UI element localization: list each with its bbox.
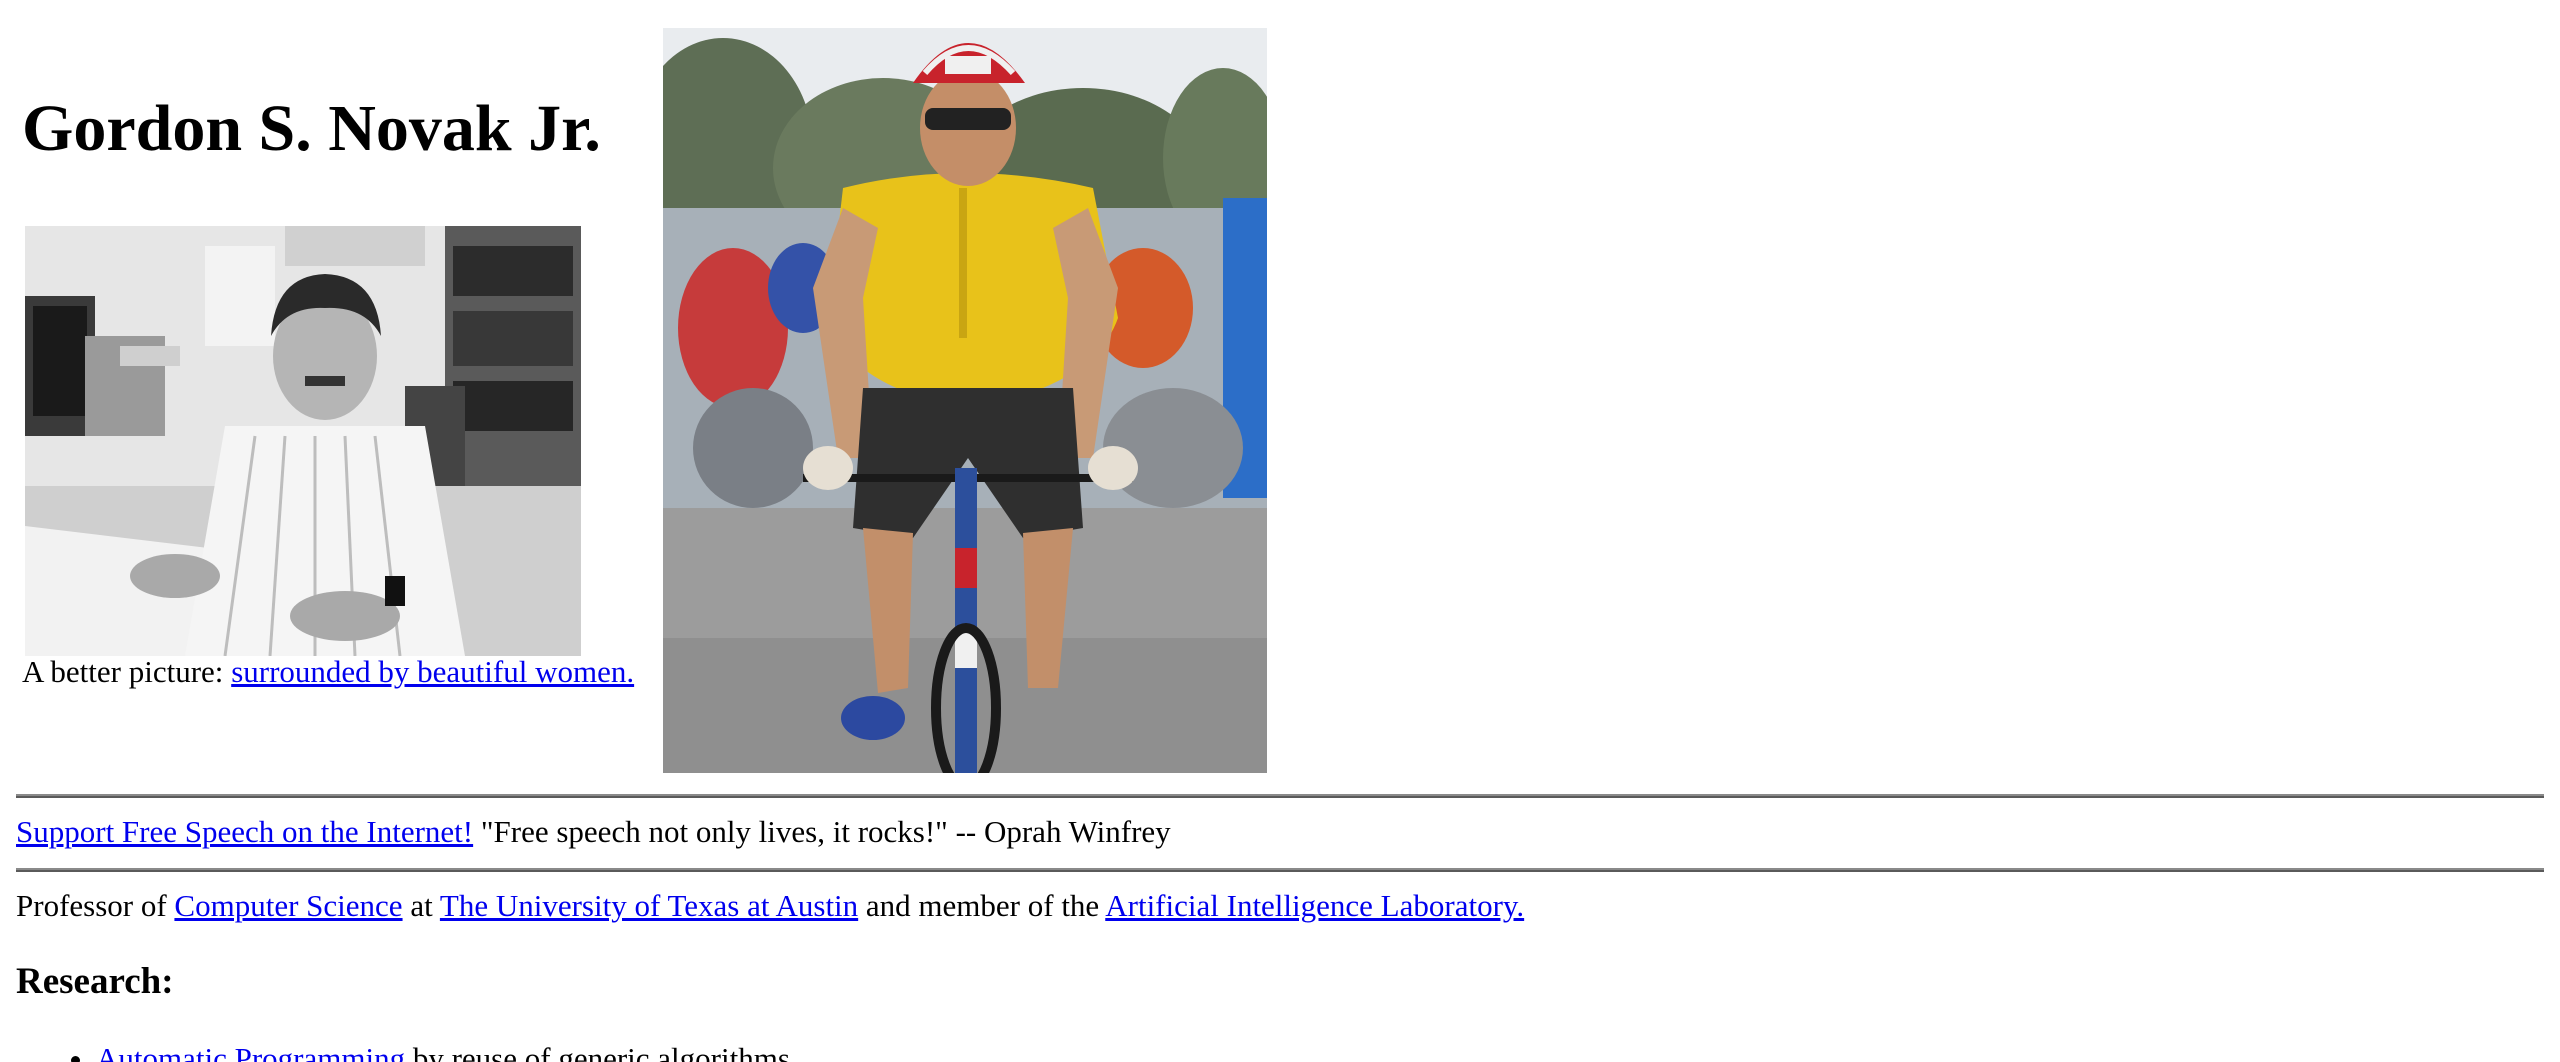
page-title: Gordon S. Novak Jr. bbox=[22, 92, 601, 165]
oprah-quote: "Free speech not only lives, it rocks!" … bbox=[480, 814, 1171, 849]
computer-science-link[interactable]: Computer Science bbox=[174, 888, 402, 923]
ai-lab-link[interactable]: Artificial Intelligence Laboratory. bbox=[1105, 888, 1524, 923]
free-speech-link[interactable]: Support Free Speech on the Internet! bbox=[16, 814, 473, 849]
affiliation-line: Professor of Computer Science at The Uni… bbox=[16, 887, 1524, 924]
automatic-programming-link[interactable]: Automatic Programming bbox=[96, 1041, 405, 1062]
research-list: Automatic Programming by reuse of generi… bbox=[16, 1040, 790, 1062]
affiliation-at: at bbox=[410, 888, 433, 923]
photo-caption: A better picture: surrounded by beautifu… bbox=[22, 653, 634, 690]
free-speech-line: Support Free Speech on the Internet! "Fr… bbox=[16, 813, 1171, 850]
list-item: Automatic Programming by reuse of generi… bbox=[96, 1040, 790, 1062]
research-item-text: by reuse of generic algorithms bbox=[412, 1041, 790, 1062]
better-picture-link[interactable]: surrounded by beautiful women. bbox=[231, 654, 634, 689]
page: Gordon S. Novak Jr. A better picture: su… bbox=[0, 0, 2560, 1062]
divider bbox=[16, 868, 2544, 872]
divider bbox=[16, 794, 2544, 798]
caption-prefix: A better picture: bbox=[22, 654, 224, 689]
ut-austin-link[interactable]: The University of Texas at Austin bbox=[440, 888, 858, 923]
affiliation-prefix: Professor of bbox=[16, 888, 167, 923]
cyclist-photo bbox=[663, 28, 1267, 773]
affiliation-member: and member of the bbox=[865, 888, 1100, 923]
research-heading: Research: bbox=[16, 961, 174, 1002]
portrait-photo bbox=[25, 226, 581, 656]
